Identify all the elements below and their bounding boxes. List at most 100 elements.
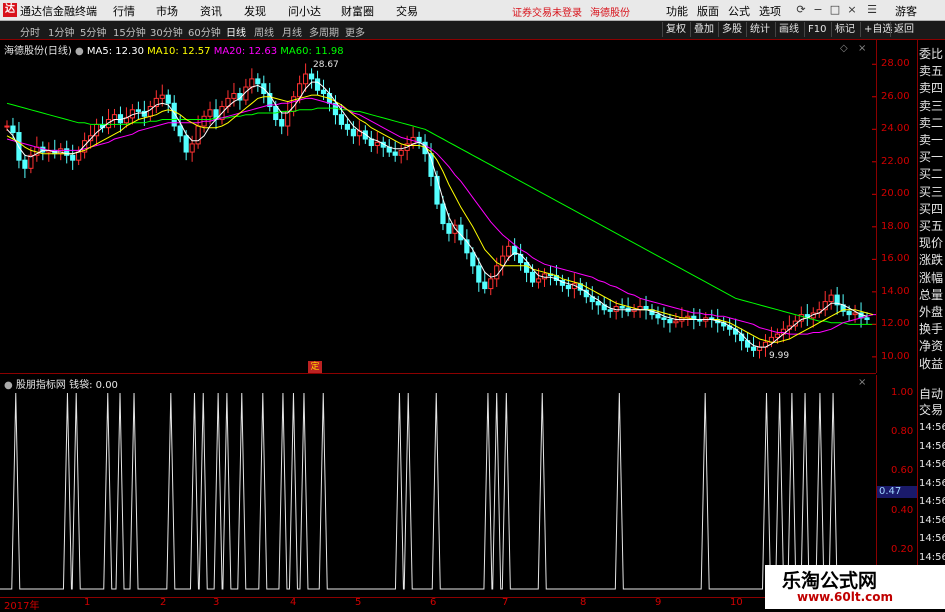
candle-body[interactable] — [195, 125, 201, 145]
tab-30min[interactable]: 30分钟 — [150, 24, 183, 39]
kline-chart[interactable] — [0, 40, 876, 373]
candle-body[interactable] — [476, 265, 482, 283]
settings-icon[interactable]: ☰ — [864, 2, 880, 18]
menu-xuanxiang[interactable]: 选项 — [759, 3, 781, 19]
candle-body[interactable] — [183, 135, 189, 153]
diamond-icon[interactable]: ◇ — [840, 43, 848, 54]
candle-body[interactable] — [673, 320, 679, 324]
btn-huaxian[interactable]: 画线 — [775, 22, 802, 37]
btn-diejia[interactable]: 叠加 — [690, 22, 717, 37]
candle-body[interactable] — [846, 310, 852, 316]
candle-body[interactable] — [70, 154, 76, 161]
candle-body[interactable] — [535, 278, 542, 283]
menu-jiaoyi[interactable]: 交易 — [396, 3, 418, 19]
candle-body[interactable] — [135, 109, 141, 112]
quote-field-label[interactable]: 买二 — [919, 167, 943, 181]
quote-field-label[interactable]: 涨幅 — [919, 271, 943, 285]
candle-body[interactable] — [344, 123, 351, 130]
quote-field-label[interactable]: 买一 — [919, 150, 943, 164]
menu-hangqing[interactable]: 行情 — [113, 3, 135, 19]
candle-body[interactable] — [398, 149, 404, 156]
candle-body[interactable] — [488, 278, 494, 290]
menu-faxian[interactable]: 发现 — [244, 3, 266, 19]
candle-body[interactable] — [434, 175, 440, 205]
candle-body[interactable] — [64, 148, 70, 156]
ding-marker[interactable]: 定 — [308, 361, 322, 373]
candle-body[interactable] — [189, 143, 195, 153]
candle-body[interactable] — [320, 89, 327, 95]
candle-body[interactable] — [255, 78, 261, 85]
minimize-icon[interactable]: − — [810, 2, 826, 18]
menu-banmian[interactable]: 版面 — [697, 3, 719, 19]
candle-body[interactable] — [159, 94, 165, 99]
candle-body[interactable] — [619, 305, 625, 309]
candle-body[interactable] — [177, 125, 183, 137]
tab-15min[interactable]: 15分钟 — [113, 24, 146, 39]
quote-field-label[interactable]: 现价 — [919, 236, 943, 250]
menu-shichang[interactable]: 市场 — [156, 3, 178, 19]
btn-duogu[interactable]: 多股 — [718, 22, 745, 37]
quote-field-label[interactable]: 涨跌 — [919, 253, 943, 267]
candle-body[interactable] — [470, 252, 476, 267]
user-label[interactable]: 游客 — [895, 3, 917, 19]
candle-body[interactable] — [482, 281, 488, 290]
tab-5min[interactable]: 5分钟 — [80, 24, 106, 39]
candle-body[interactable] — [76, 151, 82, 161]
candle-body[interactable] — [523, 262, 530, 273]
candle-body[interactable] — [4, 125, 10, 128]
quote-field-label[interactable]: 总量 — [919, 288, 943, 302]
login-status[interactable]: 证券交易未登录 — [512, 4, 582, 19]
candle-body[interactable] — [207, 109, 213, 117]
tab-1min[interactable]: 1分钟 — [48, 24, 74, 39]
quote-field-label[interactable]: 买四 — [919, 202, 943, 216]
candle-body[interactable] — [756, 346, 763, 351]
menu-gongshi[interactable]: 公式 — [728, 3, 750, 19]
refresh-icon[interactable]: ⟳ — [793, 2, 809, 18]
tab-yuexian[interactable]: 月线 — [282, 24, 302, 39]
candle-body[interactable] — [368, 138, 374, 147]
candle-body[interactable] — [249, 78, 255, 88]
candle-body[interactable] — [303, 73, 309, 85]
candle-body[interactable] — [774, 333, 781, 338]
btn-fanhui[interactable]: 返回 — [890, 22, 917, 37]
candle-body[interactable] — [350, 128, 356, 137]
auto-trade-label[interactable]: 交易 — [919, 403, 943, 417]
quote-field-label[interactable]: 卖二 — [919, 116, 943, 130]
candle-body[interactable] — [297, 83, 303, 98]
menu-wenxiaoda[interactable]: 问小达 — [288, 3, 321, 19]
candle-body[interactable] — [750, 346, 757, 351]
quote-field-label[interactable]: 买五 — [919, 219, 943, 233]
candle-body[interactable] — [440, 203, 446, 225]
quote-field-label[interactable]: 净资 — [919, 339, 943, 353]
candle-body[interactable] — [165, 94, 171, 104]
btn-biaoji[interactable]: 标记 — [831, 22, 858, 37]
auto-trade-label[interactable]: 自动 — [919, 387, 943, 401]
candle-body[interactable] — [10, 125, 16, 134]
candle-body[interactable] — [864, 317, 870, 320]
candle-body[interactable] — [607, 309, 613, 312]
candle-body[interactable] — [22, 159, 28, 169]
candle-body[interactable] — [111, 114, 118, 121]
candle-body[interactable] — [661, 317, 667, 320]
quote-field-label[interactable]: 换手 — [919, 322, 943, 336]
btn-f10[interactable]: F10 — [804, 22, 829, 37]
quote-field-label[interactable]: 卖三 — [919, 99, 943, 113]
quote-field-label[interactable]: 收益 — [919, 357, 943, 371]
quote-field-label[interactable]: 买三 — [919, 185, 943, 199]
quote-field-label[interactable]: 卖五 — [919, 64, 943, 78]
candle-body[interactable] — [458, 224, 464, 241]
close-icon[interactable]: × — [844, 2, 860, 18]
indicator-chart[interactable] — [0, 375, 876, 597]
panel-close-icon[interactable]: × — [858, 43, 866, 54]
candle-body[interactable] — [446, 223, 452, 234]
btn-fuquan[interactable]: 复权 — [662, 22, 689, 37]
candle-body[interactable] — [392, 151, 398, 156]
tab-fenshi[interactable]: 分时 — [20, 24, 40, 39]
candle-body[interactable] — [308, 73, 315, 80]
candle-body[interactable] — [852, 312, 858, 316]
legend-toggle-icon[interactable]: ● — [75, 46, 84, 57]
candle-body[interactable] — [374, 141, 380, 147]
sub-panel-close-icon[interactable]: × — [858, 377, 866, 388]
menu-caifuquan[interactable]: 财富圈 — [341, 3, 374, 19]
candle-body[interactable] — [494, 265, 500, 280]
